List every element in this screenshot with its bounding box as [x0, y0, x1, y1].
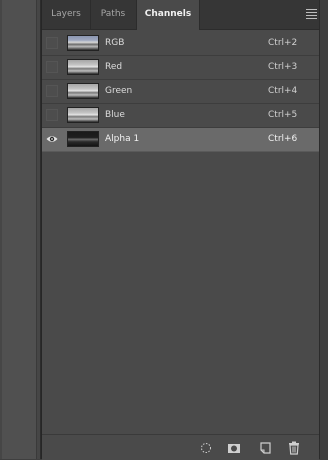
- channel-row-rgb[interactable]: RGB Ctrl+2: [42, 32, 319, 56]
- load-channel-as-selection-icon[interactable]: [198, 440, 214, 456]
- delete-channel-icon[interactable]: [286, 440, 302, 456]
- channel-row-blue[interactable]: Blue Ctrl+5: [42, 104, 319, 128]
- channel-shortcut: Ctrl+4: [268, 86, 298, 96]
- channel-row-green[interactable]: Green Ctrl+4: [42, 80, 319, 104]
- channel-thumbnail: [67, 107, 99, 123]
- tab-layers[interactable]: Layers: [42, 0, 91, 29]
- channel-row-red[interactable]: Red Ctrl+3: [42, 56, 319, 80]
- left-rail-strip: [2, 0, 37, 459]
- panel-bottom-bar: [42, 434, 319, 460]
- channel-thumbnail: [67, 83, 99, 99]
- eye-icon[interactable]: [46, 133, 58, 145]
- visibility-toggle[interactable]: [46, 37, 58, 49]
- right-edge-strip: [319, 0, 328, 459]
- tab-channels[interactable]: Channels: [136, 0, 200, 30]
- channel-shortcut: Ctrl+5: [268, 110, 298, 120]
- channel-list: RGB Ctrl+2 Red Ctrl+3 Green Ctrl+4 Blue …: [42, 32, 319, 152]
- channel-thumbnail: [67, 35, 99, 51]
- channel-name: Blue: [105, 110, 125, 120]
- visibility-toggle[interactable]: [46, 85, 58, 97]
- channel-shortcut: Ctrl+2: [268, 38, 298, 48]
- channel-shortcut: Ctrl+3: [268, 62, 298, 72]
- channel-name: Green: [105, 86, 133, 96]
- visibility-toggle[interactable]: [46, 109, 58, 121]
- channels-panel: Layers Paths Channels RGB Ctrl+2 Red Ctr…: [41, 0, 319, 460]
- visibility-toggle[interactable]: [46, 61, 58, 73]
- save-selection-as-channel-icon[interactable]: [226, 440, 242, 456]
- channel-name: Alpha 1: [105, 134, 140, 144]
- panel-tab-bar: Layers Paths Channels: [42, 0, 319, 30]
- channel-name: RGB: [105, 38, 125, 48]
- left-tool-rail: [0, 0, 41, 459]
- channel-row-alpha-1[interactable]: Alpha 1 Ctrl+6: [42, 128, 319, 152]
- channel-shortcut: Ctrl+6: [268, 134, 298, 144]
- tab-paths[interactable]: Paths: [90, 0, 137, 29]
- channel-thumbnail: [67, 131, 99, 147]
- panel-menu-icon[interactable]: [306, 9, 317, 20]
- channel-name: Red: [105, 62, 123, 72]
- new-channel-icon[interactable]: [258, 440, 274, 456]
- channel-thumbnail: [67, 59, 99, 75]
